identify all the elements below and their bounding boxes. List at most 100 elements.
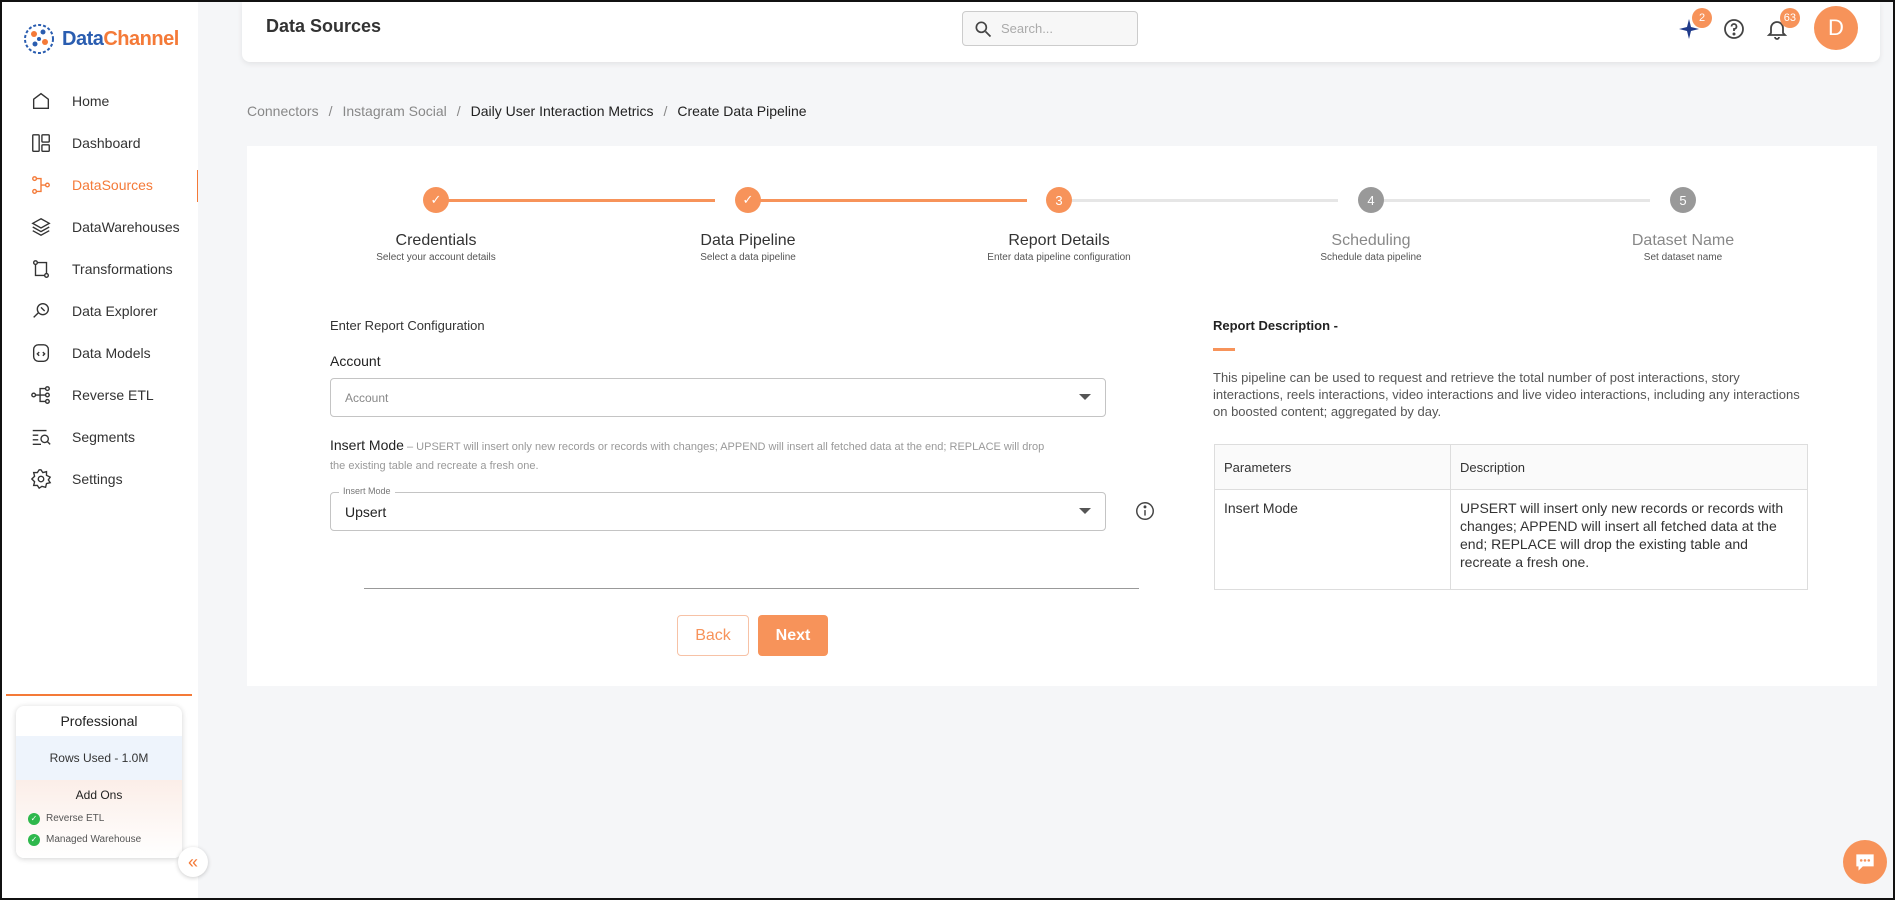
search-input[interactable] (1001, 21, 1111, 36)
transform-icon (30, 258, 52, 280)
chat-support-button[interactable] (1843, 840, 1887, 884)
info-icon[interactable] (1134, 500, 1156, 522)
plan-card: Professional Rows Used - 1.0M Add Ons ✓ … (16, 706, 182, 858)
step-1-check-icon: ✓ (423, 187, 449, 213)
account-placeholder: Account (345, 390, 389, 405)
addons-title: Add Ons (75, 788, 123, 802)
notification-badge: 63 (1779, 8, 1800, 28)
pipeline-card: ✓ ✓ 3 4 5 Credentials Select your accoun… (247, 146, 1877, 686)
sidebar-item-data-models[interactable]: Data Models (2, 332, 200, 374)
step-title: Credentials (395, 232, 477, 249)
sidebar-item-label: DataWarehouses (72, 219, 180, 235)
sidebar-nav: Home Dashboard DataSources DataWarehouse… (2, 80, 200, 500)
ai-sparkle-button[interactable]: 2 (1676, 8, 1712, 42)
breadcrumb-separator: / (663, 103, 668, 119)
insert-mode-value: Upsert (345, 503, 387, 520)
datachannel-logo-icon (24, 24, 54, 54)
table-row: Insert Mode UPSERT will insert only new … (1214, 489, 1808, 590)
page-title: Data Sources (266, 16, 382, 36)
step-subtitle: Enter data pipeline configuration (987, 252, 1131, 263)
explorer-icon (30, 300, 52, 322)
step-3-label: Report Details Enter data pipeline confi… (939, 232, 1179, 263)
addon-item: ✓ Reverse ETL (16, 808, 182, 829)
step-3-circle: 3 (1046, 187, 1072, 213)
sidebar-item-segments[interactable]: Segments (2, 416, 200, 458)
form-heading: Enter Report Configuration (330, 318, 485, 333)
gear-icon (30, 468, 52, 490)
sidebar-item-data-explorer[interactable]: Data Explorer (2, 290, 200, 332)
sidebar-item-home[interactable]: Home (2, 80, 200, 122)
step-title: Report Details (1008, 232, 1110, 249)
param-desc-cell: UPSERT will insert only new records or r… (1450, 489, 1808, 590)
sidebar-item-transformations[interactable]: Transformations (2, 248, 200, 290)
help-button[interactable] (1721, 16, 1747, 42)
sidebar-item-label: Segments (72, 429, 136, 445)
title-underline (1213, 348, 1235, 351)
brand-name: DataChannel (62, 27, 179, 50)
insert-mode-select[interactable]: Insert Mode Upsert (330, 486, 1106, 531)
step-subtitle: Select your account details (376, 252, 496, 263)
user-avatar[interactable]: D (1814, 6, 1858, 50)
column-header: Description (1450, 444, 1808, 490)
sidebar-item-label: Settings (72, 471, 123, 487)
collapse-sidebar-button[interactable]: « (178, 847, 208, 877)
step-5-circle: 5 (1670, 187, 1696, 213)
step-title: Scheduling (1331, 232, 1411, 249)
segments-icon (30, 426, 52, 448)
step-2-label: Data Pipeline Select a data pipeline (628, 232, 868, 263)
next-button[interactable]: Next (758, 615, 828, 656)
sidebar: DataChannel Home Dashboard DataSources D… (2, 2, 200, 898)
sidebar-item-reverse-etl[interactable]: Reverse ETL (2, 374, 200, 416)
search-icon (975, 21, 992, 37)
breadcrumb-metrics: Daily User Interaction Metrics (470, 103, 654, 119)
param-name-cell: Insert Mode (1214, 489, 1451, 590)
sidebar-item-datasources[interactable]: DataSources (2, 164, 200, 206)
rows-used: Rows Used - 1.0M (16, 736, 182, 780)
step-connector-1 (447, 199, 715, 202)
sidebar-item-label: Reverse ETL (72, 387, 154, 403)
breadcrumb-connectors[interactable]: Connectors (247, 103, 319, 119)
step-subtitle: Schedule data pipeline (1320, 252, 1422, 263)
sidebar-item-datawarehouses[interactable]: DataWarehouses (2, 206, 200, 248)
models-icon (30, 342, 52, 364)
sidebar-item-label: Transformations (72, 261, 173, 277)
breadcrumb-current: Create Data Pipeline (677, 103, 807, 119)
sparkle-badge: 2 (1692, 8, 1712, 28)
sidebar-item-settings[interactable]: Settings (2, 458, 200, 500)
sidebar-item-label: Data Models (72, 345, 151, 361)
breadcrumb: Connectors / Instagram Social / Daily Us… (247, 103, 807, 119)
back-button[interactable]: Back (677, 615, 749, 656)
sidebar-item-label: Home (72, 93, 110, 109)
dropdown-arrow-icon (1079, 508, 1091, 514)
addon-label: Managed Warehouse (46, 834, 142, 845)
addons-section: Add Ons ✓ Reverse ETL ✓ Managed Warehous… (16, 780, 182, 858)
insert-mode-help: Insert Mode – UPSERT will insert only ne… (330, 436, 1060, 476)
step-subtitle: Set dataset name (1643, 252, 1723, 263)
plan-divider (6, 694, 192, 696)
step-4-label: Scheduling Schedule data pipeline (1251, 232, 1491, 263)
topbar: Data Sources 2 63 D (242, 2, 1880, 62)
datasources-icon (30, 174, 52, 196)
step-title: Dataset Name (1631, 232, 1735, 249)
brand-logo[interactable]: DataChannel (22, 20, 179, 58)
insert-mode-label: Insert Mode (330, 437, 404, 453)
step-title: Data Pipeline (700, 232, 796, 249)
account-select[interactable]: Account (330, 378, 1106, 417)
step-connector-3 (1070, 199, 1338, 202)
form-divider (364, 588, 1139, 589)
parameters-table: Parameters Description Insert Mode UPSER… (1214, 444, 1808, 590)
report-description-title: Report Description - (1213, 318, 1338, 333)
notifications-button[interactable]: 63 (1764, 8, 1800, 42)
step-connector-4 (1382, 199, 1650, 202)
dashboard-icon (30, 132, 52, 154)
breadcrumb-instagram-social[interactable]: Instagram Social (342, 103, 446, 119)
step-1-label: Credentials Select your account details (316, 232, 556, 263)
main-area: Data Sources 2 63 D Connectors / Instagr… (198, 2, 1893, 898)
report-description-text: This pipeline can be used to request and… (1213, 370, 1800, 419)
layers-icon (30, 216, 52, 238)
breadcrumb-separator: / (456, 103, 461, 119)
help-icon (1724, 19, 1744, 39)
search-box[interactable] (962, 11, 1138, 46)
sidebar-item-dashboard[interactable]: Dashboard (2, 122, 200, 164)
sidebar-item-label: Dashboard (72, 135, 141, 151)
